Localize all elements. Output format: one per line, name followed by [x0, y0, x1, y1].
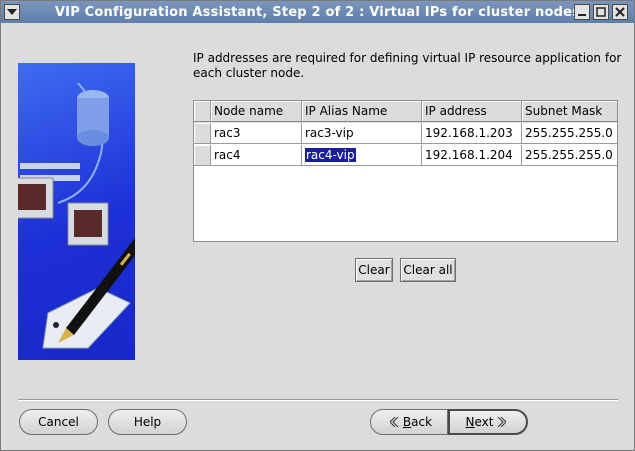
button-separator — [18, 399, 618, 401]
column-header-ip-address[interactable]: IP address — [422, 101, 522, 122]
row-header-cell[interactable] — [194, 145, 211, 166]
row-header-corner — [194, 101, 211, 122]
wizard-illustration — [18, 63, 135, 360]
ip-alias-name-cell[interactable]: rac3-vip — [302, 123, 422, 144]
help-button[interactable]: Help — [108, 409, 187, 435]
ip-address-cell[interactable]: 192.168.1.203 — [422, 123, 522, 144]
subnet-mask-cell[interactable]: 255.255.255.0 — [522, 123, 617, 144]
ip-address-cell[interactable]: 192.168.1.204 — [422, 145, 522, 166]
instruction-text: IP addresses are required for defining v… — [193, 51, 622, 80]
ip-alias-name-cell-editing[interactable]: rac4-vip — [302, 145, 422, 166]
vip-table[interactable]: Node name IP Alias Name IP address Subne… — [193, 100, 618, 242]
maximize-button[interactable] — [593, 4, 609, 20]
node-name-cell[interactable]: rac3 — [211, 123, 302, 144]
clear-button[interactable]: Clear — [355, 258, 393, 282]
cancel-button[interactable]: Cancel — [19, 409, 98, 435]
next-button[interactable]: Next — [448, 409, 528, 435]
row-header-cell[interactable] — [194, 123, 211, 144]
next-label-rest: ext — [474, 415, 494, 429]
next-mnemonic: N — [465, 415, 475, 429]
selected-text[interactable]: rac4-vip — [305, 148, 356, 162]
dialog-window: VIP Configuration Assistant, Step 2 of 2… — [0, 0, 635, 451]
table-header-row: Node name IP Alias Name IP address Subne… — [194, 101, 617, 123]
subnet-mask-cell[interactable]: 255.255.255.0 — [522, 145, 617, 166]
close-button[interactable] — [612, 4, 628, 20]
clear-all-button[interactable]: Clear all — [400, 258, 456, 282]
column-header-node-name[interactable]: Node name — [211, 101, 302, 122]
back-label-rest: ack — [411, 415, 433, 429]
chevron-left-icon — [389, 411, 399, 435]
minimize-button[interactable] — [574, 4, 590, 20]
node-name-cell[interactable]: rac4 — [211, 145, 302, 166]
chevron-right-icon — [497, 412, 508, 434]
column-header-ip-alias-name[interactable]: IP Alias Name — [302, 101, 422, 122]
table-row[interactable]: rac4 rac4-vip 192.168.1.204 255.255.255.… — [194, 145, 617, 167]
column-header-subnet-mask[interactable]: Subnet Mask — [522, 101, 617, 122]
back-mnemonic: B — [402, 415, 412, 429]
title-bar[interactable]: VIP Configuration Assistant, Step 2 of 2… — [1, 1, 634, 23]
table-row[interactable]: rac3 rac3-vip 192.168.1.203 255.255.255.… — [194, 123, 617, 145]
back-button[interactable]: Back — [370, 409, 448, 435]
window-title: VIP Configuration Assistant, Step 2 of 2… — [54, 5, 581, 20]
